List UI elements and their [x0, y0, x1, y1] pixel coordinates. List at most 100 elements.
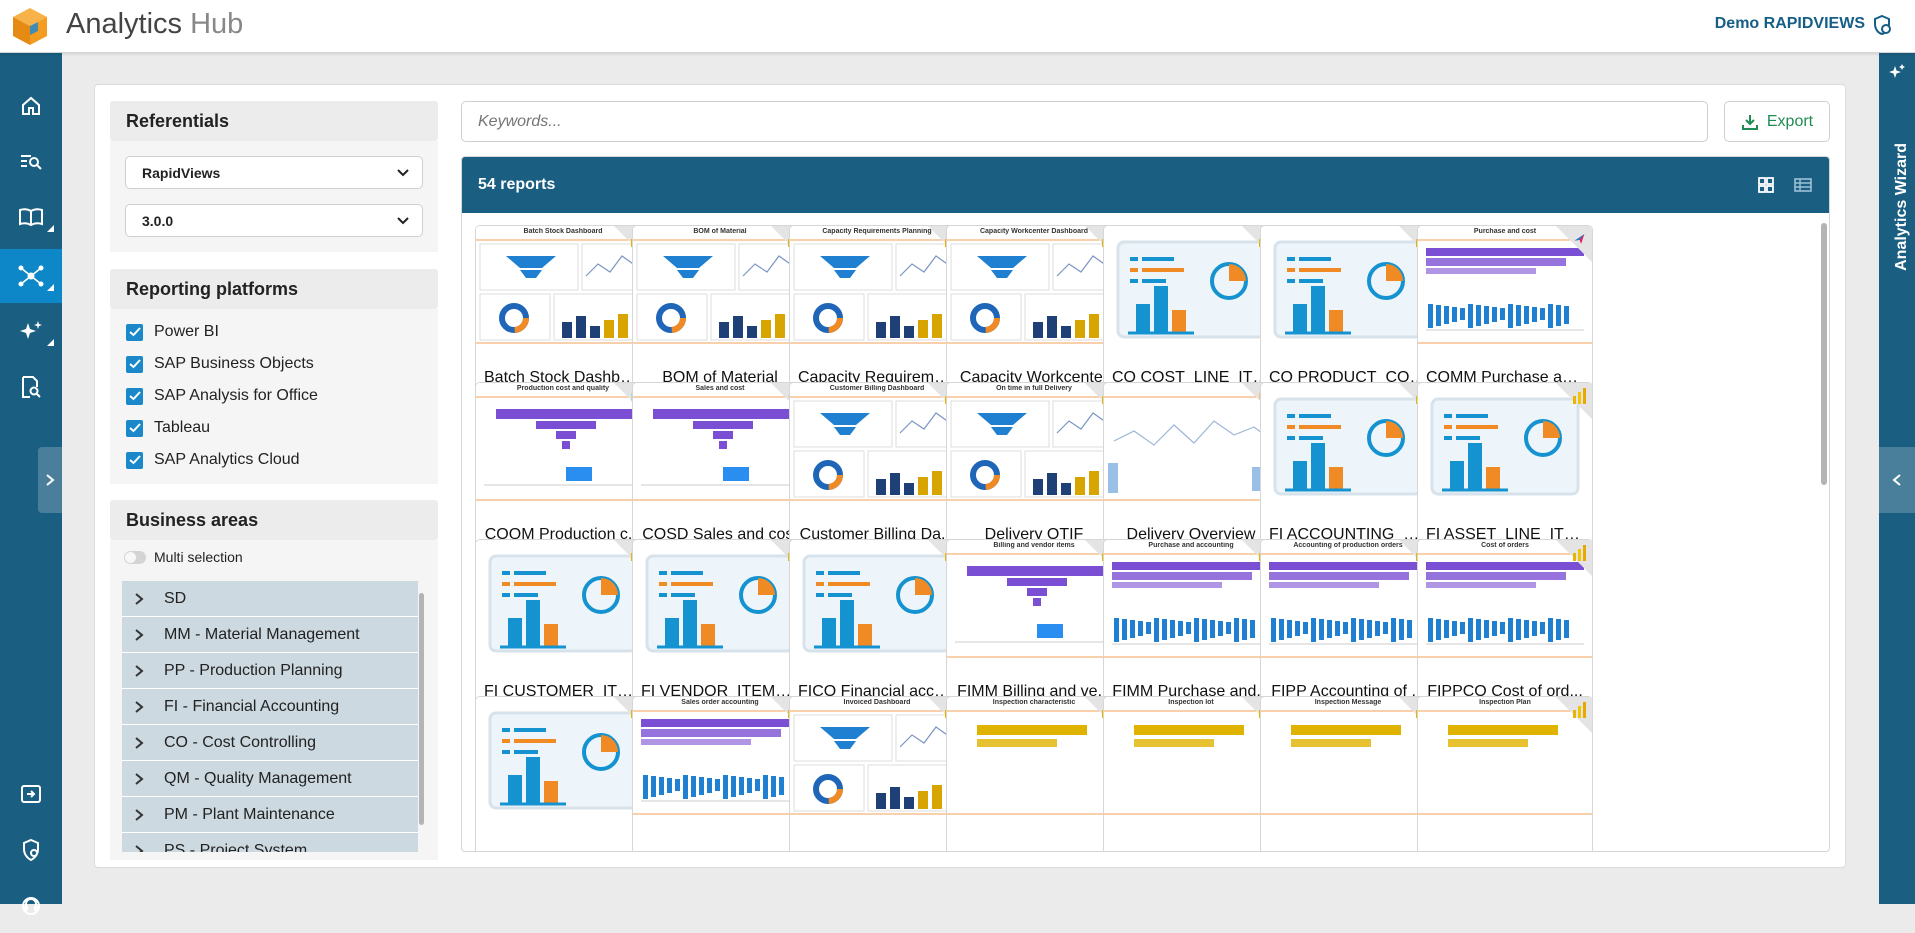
analytics-wizard-label[interactable]: Analytics Wizard [1893, 143, 1911, 271]
report-card[interactable]: Cost of orders FIPPCO Cost of ord... [1417, 539, 1593, 713]
source-select-value: RapidViews [142, 165, 221, 181]
nav-search-list[interactable] [0, 134, 62, 188]
user-name[interactable]: Demo RAPIDVIEWS [1715, 15, 1865, 33]
expand-sidebar-button[interactable] [38, 447, 62, 513]
reports-scrollbar[interactable] [1819, 213, 1829, 851]
nav-settings[interactable] [0, 823, 62, 877]
report-card[interactable]: Purchase and accounting FIMM Purchase and… [1103, 539, 1279, 713]
scrollbar-thumb[interactable] [1821, 223, 1827, 485]
book-icon [19, 208, 43, 227]
keyword-search-input[interactable] [478, 113, 1691, 131]
multi-selection-toggle[interactable]: Multi selection [124, 549, 243, 565]
report-card[interactable]: Customer Billing Dashboard Customer Billi… [789, 382, 965, 556]
view-toggle [1757, 176, 1813, 194]
report-card[interactable]: BOM of Material BOM of Material [632, 225, 808, 399]
chevron-right-icon[interactable] [134, 736, 148, 750]
chevron-right-icon[interactable] [134, 844, 148, 852]
report-card[interactable]: Capacity Requirements Planning Capacity R… [789, 225, 965, 399]
nav-home[interactable] [0, 79, 62, 133]
report-card[interactable]: Capacity Workcenter Dashboard Capacity Wo… [946, 225, 1122, 399]
user-settings-icon[interactable] [1871, 14, 1893, 36]
cube-logo-icon [13, 8, 47, 45]
chevron-right-icon[interactable] [134, 664, 148, 678]
sap-analytics-cloud-icon [1574, 234, 1585, 244]
reports-header: 54 reports [462, 157, 1829, 213]
nav-ai[interactable] [0, 304, 62, 358]
platform-checkbox-tableau[interactable]: Tableau [126, 417, 210, 439]
report-card[interactable]: Inspection Message [1260, 696, 1436, 851]
report-card[interactable]: Purchase and cost COMM Purchase an... [1417, 225, 1593, 399]
checkbox-checked-icon[interactable] [126, 419, 143, 437]
checkbox-checked-icon[interactable] [126, 387, 143, 405]
report-card[interactable]: FI VENDOR_ITEMS_... [632, 539, 808, 713]
chevron-right-icon[interactable] [134, 700, 148, 714]
chevron-right-icon [46, 474, 55, 486]
powerbi-icon [1573, 545, 1586, 561]
business-area-item[interactable]: PS - Project System [122, 833, 418, 852]
report-card[interactable]: Delivery Overview [1103, 382, 1279, 556]
areas-title: Business areas [110, 500, 438, 540]
report-card[interactable]: CO COST_LINE_ITEM [1103, 225, 1279, 399]
business-area-item[interactable]: SD [122, 581, 418, 617]
business-area-label: CO - Cost Controlling [164, 733, 317, 751]
checkbox-checked-icon[interactable] [126, 355, 143, 373]
scrollbar-thumb[interactable] [419, 593, 424, 825]
report-card[interactable]: Accounting of production orders FIPP Acco… [1260, 539, 1436, 713]
keyword-search-field[interactable] [461, 101, 1708, 142]
business-area-item[interactable]: PP - Production Planning [122, 653, 418, 689]
list-view-icon[interactable] [1793, 176, 1813, 194]
powerbi-icon [1573, 388, 1586, 404]
search-list-icon [21, 155, 42, 170]
report-card[interactable]: Sales order accounting [632, 696, 808, 851]
chevron-right-icon[interactable] [134, 772, 148, 786]
report-card[interactable]: Inspection lot [1103, 696, 1279, 851]
report-card[interactable]: CO PRODUCT_COST... [1260, 225, 1436, 399]
platform-checkbox-ao[interactable]: SAP Analysis for Office [126, 385, 318, 407]
business-area-list: SD MM - Material Management PP - Productio… [122, 581, 418, 852]
report-card[interactable]: Billing and vendor items FIMM Billing and… [946, 539, 1122, 713]
platform-checkbox-sac[interactable]: SAP Analytics Cloud [126, 449, 300, 471]
grid-view-icon[interactable] [1757, 176, 1775, 194]
report-card[interactable]: FICO Financial acco... [789, 539, 965, 713]
nav-import[interactable] [0, 767, 62, 821]
report-card[interactable]: Production cost and quality COQM Producti… [475, 382, 651, 556]
report-card[interactable]: On time in full Delivery Delivery OTIF [946, 382, 1122, 556]
import-icon [21, 785, 41, 803]
nav-network[interactable] [0, 249, 62, 303]
chevron-right-icon[interactable] [134, 592, 148, 606]
area-list-scrollbar[interactable] [418, 581, 426, 852]
report-card[interactable]: Inspection Plan [1417, 696, 1593, 851]
settings-icon [23, 838, 39, 862]
platform-checkbox-powerbi[interactable]: Power BI [126, 321, 219, 343]
version-select[interactable]: 3.0.0 [125, 204, 423, 237]
nav-report-search[interactable] [0, 360, 62, 414]
source-select[interactable]: RapidViews [125, 156, 423, 189]
chevron-right-icon[interactable] [134, 808, 148, 822]
business-area-label: QM - Quality Management [164, 769, 352, 787]
checkbox-checked-icon[interactable] [126, 323, 143, 341]
business-area-item[interactable]: MM - Material Management [122, 617, 418, 653]
platform-checkbox-bo[interactable]: SAP Business Objects [126, 353, 314, 375]
report-card[interactable]: FI ACCOUNTING_D... [1260, 382, 1436, 556]
submenu-indicator [47, 284, 54, 291]
business-area-item[interactable]: PM - Plant Maintenance [122, 797, 418, 833]
export-button[interactable]: Export [1724, 101, 1830, 142]
report-card[interactable]: FI CUSTOMER_ITEM... [475, 539, 651, 713]
report-card[interactable]: Inspection characteristic [946, 696, 1122, 851]
report-card[interactable] [475, 696, 651, 851]
business-area-item[interactable]: QM - Quality Management [122, 761, 418, 797]
report-card[interactable]: Invoiced Dashboard [789, 696, 965, 851]
business-area-item[interactable]: FI - Financial Accounting [122, 689, 418, 725]
report-card[interactable]: Batch Stock Dashboard Batch Stock Dashbo.… [475, 225, 651, 399]
chevron-left-icon [1892, 474, 1901, 486]
chevron-right-icon[interactable] [134, 628, 148, 642]
open-wizard-button[interactable] [1879, 447, 1915, 513]
nav-catalog[interactable] [0, 190, 62, 244]
checkbox-checked-icon[interactable] [126, 451, 143, 469]
nav-support[interactable] [0, 879, 62, 933]
chevron-down-icon [397, 169, 409, 177]
report-card[interactable]: FI ASSET_LINE_ITE... [1417, 382, 1593, 556]
business-area-item[interactable]: CO - Cost Controlling [122, 725, 418, 761]
toggle-switch[interactable] [124, 550, 146, 564]
report-card[interactable]: Sales and cost COSD Sales and cost [632, 382, 808, 556]
